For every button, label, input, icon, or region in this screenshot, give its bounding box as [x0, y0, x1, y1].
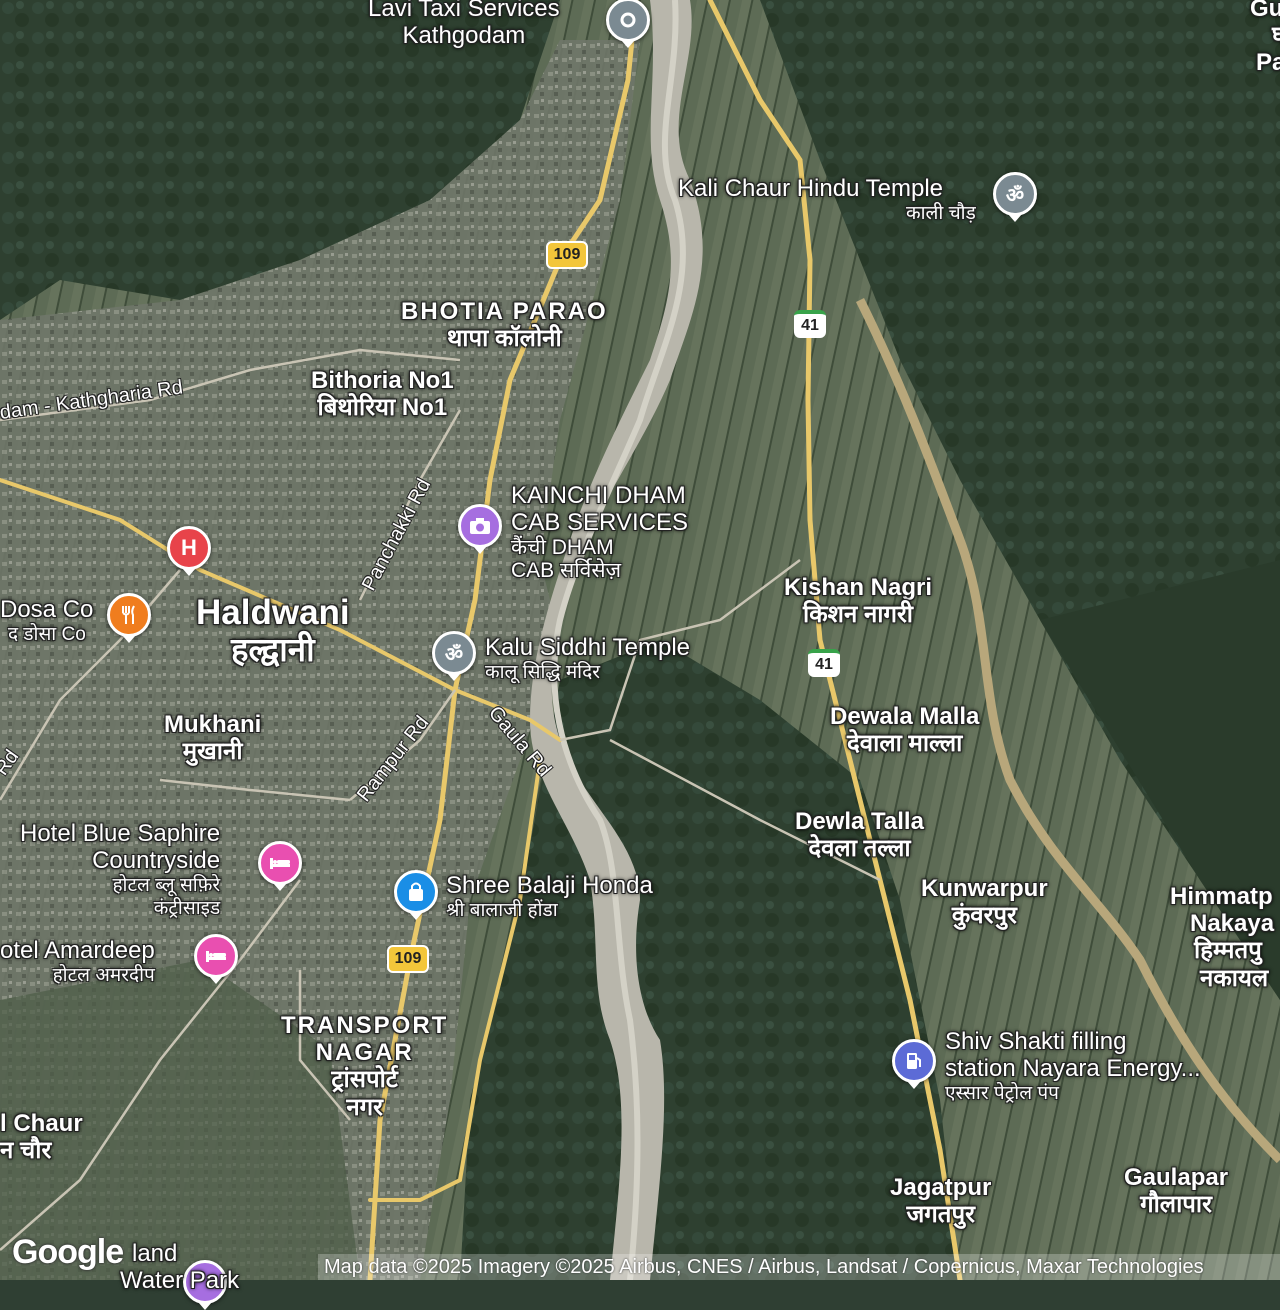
label-title: Kunwarpur	[921, 875, 1048, 902]
google-logo: Google	[12, 1233, 124, 1271]
label-subtitle: बिथोरिया No1	[317, 394, 448, 421]
label-title: Nakaya	[1190, 910, 1275, 937]
label-title: Lavi Taxi Services	[368, 0, 560, 22]
label-subtitle: हल्द्वानी	[230, 631, 315, 668]
label-subtitle: ट्रांसपोर्ट	[331, 1066, 398, 1093]
label-title: Water Park	[120, 1267, 240, 1294]
label-title: KAINCHI DHAM	[511, 482, 686, 509]
label-bithoria[interactable]: Bithoria No1 बिथोरिया No1	[311, 367, 454, 422]
label-title: Dosa Co	[0, 596, 94, 623]
label-subtitle: कालू सिद्धि मंदिर	[485, 662, 600, 683]
label-subtitle: जगतपुर	[906, 1201, 975, 1228]
label-water-park[interactable]: land Water Park	[120, 1240, 239, 1294]
label-title: Shiv Shakti filling	[945, 1028, 1127, 1055]
label-title: land	[132, 1240, 178, 1267]
label-title: Pa	[1256, 49, 1280, 76]
label-transport-nagar[interactable]: TRANSPORT NAGAR ट्रांसपोर्ट नगर	[281, 1012, 448, 1122]
label-subtitle: होटल ब्लू सफ़िरे	[112, 875, 221, 896]
label-dewla-talla[interactable]: Dewla Talla देवला तल्ला	[795, 808, 924, 863]
label-title: Kathgodam	[402, 22, 526, 49]
label-himmatpur[interactable]: Himmatp Nakaya हिम्मतपु नकायल	[1170, 883, 1274, 993]
label-subtitle: न चौर	[0, 1137, 52, 1164]
restaurant-icon[interactable]	[107, 593, 151, 637]
label-title: Jagatpur	[890, 1174, 992, 1201]
label-title: Dewala Malla	[830, 703, 980, 730]
label-shree-balaji[interactable]: Shree Balaji Honda श्री बालाजी होंडा	[446, 872, 653, 922]
label-title: NAGAR	[315, 1039, 414, 1066]
om-temple-icon[interactable]: ॐ	[993, 172, 1037, 216]
label-subtitle: हिम्मतपु	[1194, 937, 1262, 964]
route-shield-109: 109	[387, 945, 429, 973]
label-subtitle: CAB सर्विसेज़	[511, 559, 622, 582]
label-top-right[interactable]: Gu घ Pa	[1250, 0, 1280, 76]
label-title: Shree Balaji Honda	[446, 872, 653, 899]
label-kishan-nagri[interactable]: Kishan Nagri किशन नागरी	[784, 574, 932, 629]
label-title: Gu	[1250, 0, 1280, 22]
label-title: Bithoria No1	[311, 367, 454, 394]
label-title: station Nayara Energy...	[945, 1055, 1201, 1082]
label-kalu-siddhi[interactable]: Kalu Siddhi Temple कालू सिद्धि मंदिर	[485, 634, 690, 684]
label-subtitle: होटल अमरदीप	[52, 965, 155, 986]
label-dosa-co[interactable]: Dosa Co द डोसा Co	[0, 596, 93, 646]
route-shield-109: 109	[546, 241, 588, 269]
label-subtitle: थापा कॉलोनी	[446, 325, 562, 352]
label-subtitle: काली चौड़	[906, 203, 976, 224]
label-title: otel Amardeep	[0, 937, 155, 964]
label-title: Dewla Talla	[795, 808, 924, 835]
label-haldwani[interactable]: Haldwani हल्द्वानी	[196, 594, 350, 668]
label-subtitle: गौलापार	[1140, 1191, 1212, 1218]
label-bhotia-parao[interactable]: BHOTIA PARAO थापा कॉलोनी	[401, 298, 608, 353]
label-subtitle: नगर	[346, 1094, 383, 1121]
label-kali-chaur[interactable]: Kali Chaur Hindu Temple काली चौड़	[678, 175, 976, 225]
label-subtitle: नकायल	[1200, 965, 1269, 992]
label-shiv-shakti[interactable]: Shiv Shakti filling station Nayara Energ…	[945, 1028, 1201, 1105]
label-lavi-taxi[interactable]: Lavi Taxi Services Kathgodam	[368, 0, 560, 49]
label-subtitle: किशन नागरी	[802, 601, 914, 628]
label-dewala-malla[interactable]: Dewala Malla देवाला माल्ला	[830, 703, 979, 758]
label-title: BHOTIA PARAO	[401, 298, 608, 325]
label-subtitle: कुंवरपुर	[951, 902, 1017, 929]
label-title: Mukhani	[164, 711, 262, 738]
label-title: CAB SERVICES	[511, 509, 688, 536]
route-shield-41: 41	[794, 310, 826, 338]
place-pin-icon[interactable]	[606, 0, 650, 42]
camera-icon[interactable]	[458, 504, 502, 548]
label-subtitle: कंट्रीसाइड	[153, 898, 221, 919]
label-title: Kishan Nagri	[784, 574, 933, 601]
label-jagatpur[interactable]: Jagatpur जगतपुर	[890, 1174, 991, 1229]
hotel-icon[interactable]	[258, 841, 302, 885]
label-subtitle: एस्सार पेट्रोल पंप	[945, 1083, 1059, 1104]
label-hotel-amardeep[interactable]: otel Amardeep होटल अमरदीप	[0, 937, 155, 987]
label-title: घ	[1272, 22, 1280, 49]
label-title: l Chaur	[0, 1110, 83, 1137]
route-shield-41: 41	[808, 649, 840, 677]
label-title: TRANSPORT	[281, 1012, 449, 1039]
label-subtitle: मुखानी	[182, 738, 243, 765]
label-subtitle: कैंची DHAM	[511, 536, 614, 559]
fuel-icon[interactable]	[892, 1039, 936, 1083]
shopping-bag-icon[interactable]	[394, 870, 438, 914]
label-hotel-blue-saphire[interactable]: Hotel Blue Saphire Countryside होटल ब्लू…	[20, 820, 220, 920]
hotel-icon[interactable]	[194, 934, 238, 978]
label-subtitle: देवला तल्ला	[808, 835, 911, 862]
label-title: Gaulapar	[1124, 1164, 1229, 1191]
label-mukhani[interactable]: Mukhani मुखानी	[164, 711, 261, 766]
om-temple-icon[interactable]: ॐ	[432, 631, 476, 675]
map-attribution[interactable]: Map data ©2025 Imagery ©2025 Airbus, CNE…	[318, 1254, 1280, 1280]
label-title: Himmatp	[1170, 883, 1273, 910]
label-gaulapar[interactable]: Gaulapar गौलापार	[1124, 1164, 1228, 1219]
label-title: Haldwani	[196, 593, 350, 632]
label-title: Kali Chaur Hindu Temple	[678, 175, 944, 202]
label-title: Kalu Siddhi Temple	[485, 634, 691, 661]
label-title: Countryside	[92, 847, 221, 874]
label-kainchi-dham[interactable]: KAINCHI DHAM CAB SERVICES कैंची DHAM CAB…	[511, 482, 688, 582]
hospital-icon[interactable]: H	[167, 526, 211, 570]
label-kunwarpur[interactable]: Kunwarpur कुंवरपुर	[921, 875, 1048, 930]
label-subtitle: द डोसा Co	[8, 624, 86, 645]
label-subtitle: श्री बालाजी होंडा	[446, 900, 558, 921]
label-title: Hotel Blue Saphire	[20, 820, 221, 847]
label-chaur[interactable]: l Chaur न चौर	[0, 1110, 83, 1165]
label-subtitle: देवाला माल्ला	[847, 730, 963, 757]
